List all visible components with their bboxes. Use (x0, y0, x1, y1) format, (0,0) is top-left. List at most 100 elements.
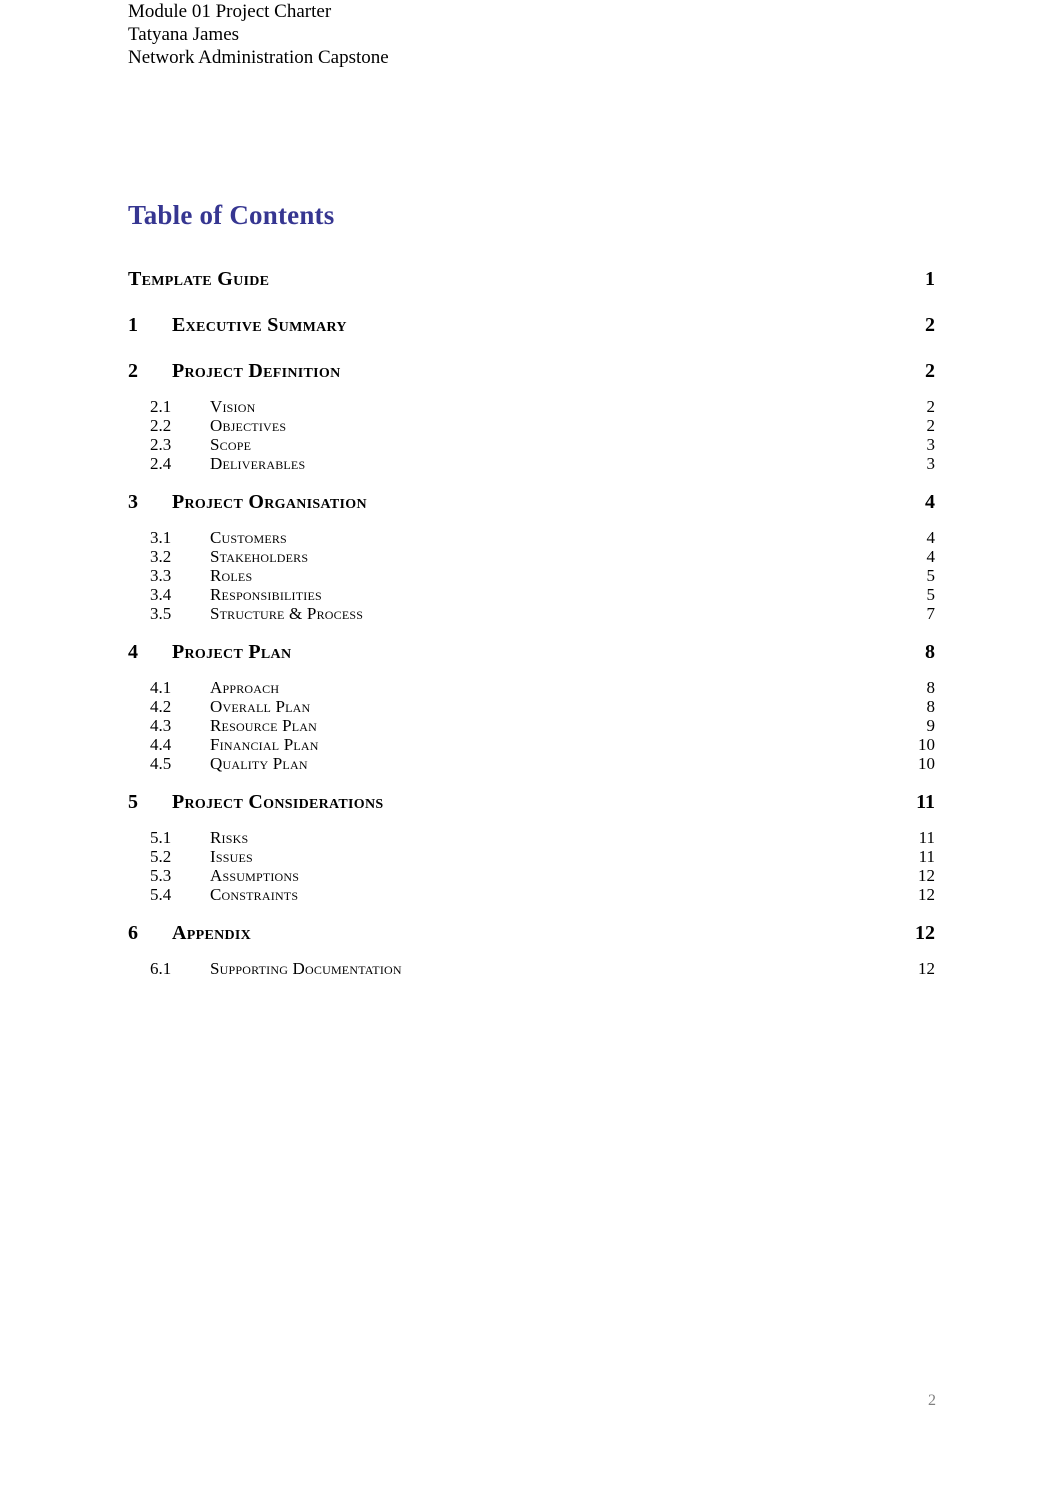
toc-entry-label: Responsibilities (210, 585, 322, 604)
toc-entry-label: Project Organisation (172, 491, 367, 513)
toc-entry-level-2[interactable]: 4.4 Financial Plan 10 (150, 735, 935, 754)
toc-entry-page-number: 10 (918, 735, 935, 754)
toc-entry-label: Supporting Documentation (210, 959, 402, 978)
toc-entry-level-2[interactable]: 4.3 Resource Plan 9 (150, 716, 935, 735)
toc-entry-number: 4.4 (150, 735, 172, 754)
toc-entry-page-number: 12 (918, 885, 935, 904)
toc-entry-page-number: 3 (926, 435, 936, 454)
toc-entry-page-number: 12 (918, 866, 935, 885)
toc-entry-level-1[interactable]: Template Guide 1 (128, 262, 935, 296)
toc-entry-number: 3 (128, 491, 138, 513)
toc-entry-level-2[interactable]: 2.1 Vision 2 (150, 397, 935, 416)
toc-entry-number: 4 (128, 641, 138, 663)
page-title: Table of Contents (128, 200, 335, 230)
toc-entry-page-number: 11 (918, 828, 935, 847)
toc-entry-level-1[interactable]: 4 Project Plan 8 (128, 635, 935, 669)
toc-entry-label: Structure & Process (210, 604, 364, 623)
toc-entry-number: 4.1 (150, 678, 172, 697)
toc-entry-level-1[interactable]: 3 Project Organisation 4 (128, 485, 935, 519)
toc-entry-label: Objectives (210, 416, 287, 435)
toc-entry-level-2[interactable]: 3.2 Stakeholders 4 (150, 547, 935, 566)
toc-entry-label: Issues (210, 847, 253, 866)
toc-entry-page-number: 2 (926, 416, 936, 435)
toc-entry-level-2[interactable]: 6.1 Supporting Documentation 12 (150, 959, 935, 978)
toc-entry-label: Template Guide (128, 268, 270, 290)
toc-entry-page-number: 2 (925, 360, 935, 382)
toc-entry-label: Project Definition (172, 360, 341, 382)
toc-entry-label: Assumptions (210, 866, 300, 885)
toc-entry-number: 5.1 (150, 828, 172, 847)
toc-entry-label: Project Plan (172, 641, 292, 663)
toc-entry-label: Risks (210, 828, 249, 847)
toc-entry-level-2[interactable]: 4.1 Approach 8 (150, 678, 935, 697)
toc-entry-label: Financial Plan (210, 735, 319, 754)
toc-entry-number: 5.4 (150, 885, 172, 904)
toc-entry-level-2[interactable]: 5.1 Risks 11 (150, 828, 935, 847)
toc-entry-page-number: 12 (915, 922, 935, 944)
toc-entry-page-number: 8 (925, 641, 935, 663)
toc-entry-number: 4.5 (150, 754, 172, 773)
toc-entry-page-number: 8 (926, 678, 936, 697)
toc-entry-page-number: 11 (916, 791, 935, 813)
toc-entry-label: Project Considerations (172, 791, 384, 813)
toc-entry-page-number: 11 (918, 847, 935, 866)
toc-entry-label: Vision (210, 397, 256, 416)
document-header: Module 01 Project Charter Tatyana James … (128, 0, 938, 69)
toc-entry-number: 3.3 (150, 566, 172, 585)
toc-entry-number: 2.4 (150, 454, 172, 473)
toc-entry-level-1[interactable]: 6 Appendix 12 (128, 916, 935, 950)
toc-entry-page-number: 2 (925, 314, 935, 336)
toc-entry-label: Approach (210, 678, 280, 697)
toc-entry-number: 4.3 (150, 716, 172, 735)
toc-entry-level-1[interactable]: 1 Executive Summary 2 (128, 308, 935, 342)
toc-entry-level-2[interactable]: 2.4 Deliverables 3 (150, 454, 935, 473)
toc-entry-label: Stakeholders (210, 547, 309, 566)
toc-entry-label: Executive Summary (172, 314, 347, 336)
toc-entry-label: Roles (210, 566, 253, 585)
toc-entry-label: Scope (210, 435, 252, 454)
toc-entry-page-number: 12 (918, 959, 935, 978)
toc-entry-page-number: 8 (926, 697, 936, 716)
toc-entry-number: 2.1 (150, 397, 172, 416)
header-line-course: Network Administration Capstone (128, 47, 389, 68)
toc-entry-level-2[interactable]: 5.2 Issues 11 (150, 847, 935, 866)
toc-entry-number: 6.1 (150, 959, 172, 978)
toc-entry-number: 3.4 (150, 585, 172, 604)
toc-entry-level-2[interactable]: 3.5 Structure & Process 7 (150, 604, 935, 623)
toc-entry-number: 5 (128, 791, 138, 813)
toc-entry-label: Deliverables (210, 454, 306, 473)
footer-page-number: 2 (928, 1392, 936, 1409)
toc-entry-number: 2.3 (150, 435, 172, 454)
toc-entry-page-number: 7 (926, 604, 936, 623)
toc-entry-number: 5.2 (150, 847, 172, 866)
toc-entry-number: 2 (128, 360, 138, 382)
toc-entry-number: 5.3 (150, 866, 172, 885)
toc-entry-level-2[interactable]: 3.1 Customers 4 (150, 528, 935, 547)
toc-entry-level-2[interactable]: 2.2 Objectives 2 (150, 416, 935, 435)
toc-entry-level-1[interactable]: 2 Project Definition 2 (128, 354, 935, 388)
toc-entry-level-2[interactable]: 5.3 Assumptions 12 (150, 866, 935, 885)
toc-entry-page-number: 1 (925, 268, 935, 290)
toc-entry-page-number: 4 (926, 528, 936, 547)
toc-entry-level-2[interactable]: 5.4 Constraints 12 (150, 885, 935, 904)
toc-entry-number: 6 (128, 922, 138, 944)
toc-entry-level-2[interactable]: 3.3 Roles 5 (150, 566, 935, 585)
toc-entry-level-2[interactable]: 4.5 Quality Plan 10 (150, 754, 935, 773)
toc-entry-level-1[interactable]: 5 Project Considerations 11 (128, 785, 935, 819)
toc-entry-page-number: 4 (925, 491, 935, 513)
toc-entry-number: 3.1 (150, 528, 172, 547)
header-line-title: Module 01 Project Charter (128, 1, 332, 22)
toc-entry-page-number: 4 (926, 547, 936, 566)
header-line-author: Tatyana James (128, 24, 240, 45)
toc-entry-page-number: 5 (926, 585, 936, 604)
toc-entry-number: 3.2 (150, 547, 172, 566)
toc-entry-level-2[interactable]: 2.3 Scope 3 (150, 435, 935, 454)
toc-entry-page-number: 10 (918, 754, 935, 773)
toc-entry-page-number: 5 (926, 566, 936, 585)
document-page: Module 01 Project Charter Tatyana James … (0, 0, 1062, 1506)
toc-entry-number: 1 (128, 314, 138, 336)
toc-entry-label: Quality Plan (210, 754, 308, 773)
toc-entry-level-2[interactable]: 3.4 Responsibilities 5 (150, 585, 935, 604)
toc-entry-level-2[interactable]: 4.2 Overall Plan 8 (150, 697, 935, 716)
toc-entry-label: Resource Plan (210, 716, 317, 735)
